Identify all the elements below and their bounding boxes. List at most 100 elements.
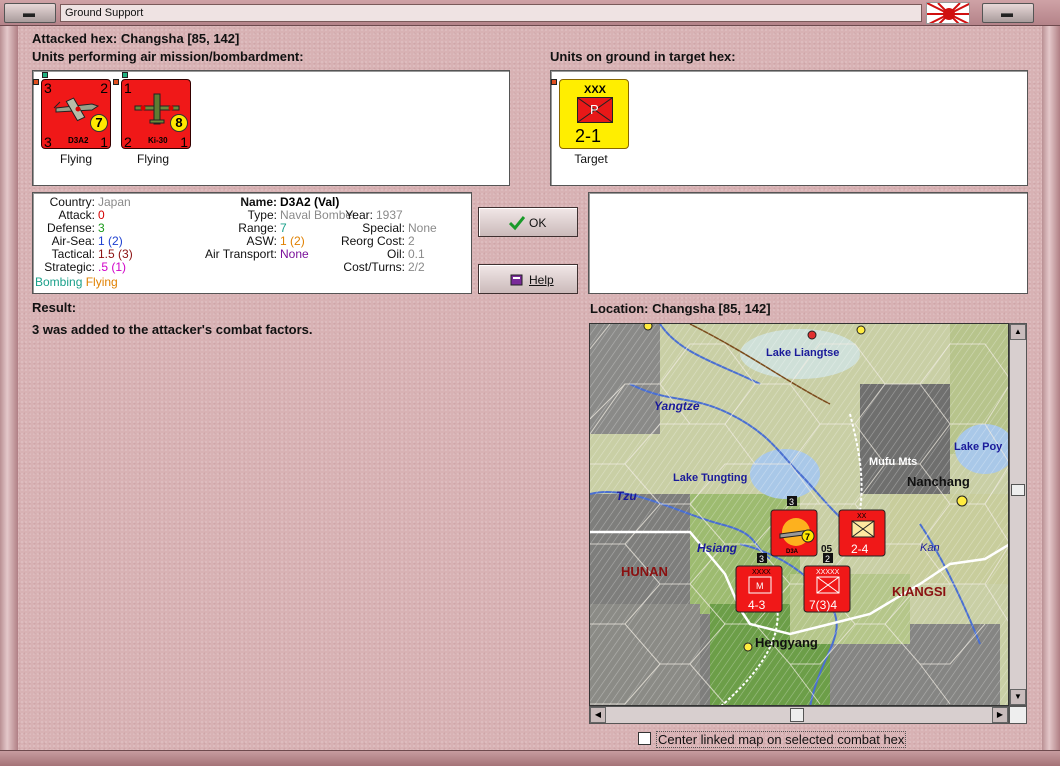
map-label-mufu-mts: Mufu Mts bbox=[869, 456, 917, 468]
map-counter-xxxx[interactable]: XXXX M 4-3 bbox=[735, 565, 783, 613]
scroll-up-arrow-icon[interactable]: ▲ bbox=[1010, 324, 1026, 340]
location-heading: Location: Changsha [85, 142] bbox=[590, 301, 771, 316]
unit-status-badge bbox=[113, 79, 119, 85]
attackers-panel: 3 2 3 1 7 D3A2 Flying 1 2 1 8 Ki-30 Flyi… bbox=[32, 70, 510, 186]
tactical-extra: (3) bbox=[118, 247, 133, 261]
map-label-lake-poy: Lake Poy bbox=[954, 441, 1003, 453]
map-counter-air-value: 7 bbox=[805, 532, 810, 542]
asw-value: 1 bbox=[280, 234, 287, 248]
attack-key: Attack: bbox=[58, 208, 95, 222]
type-key: Type: bbox=[247, 208, 277, 222]
mission-flying: Flying bbox=[85, 275, 118, 289]
reorg-key: Reorg Cost: bbox=[340, 234, 405, 248]
map-counter-xxxxx[interactable]: XXXXX 7(3)4 bbox=[803, 565, 851, 613]
linked-map[interactable]: Lake Liangtse Yangtze Lake Poy Mufu Mts … bbox=[589, 323, 1009, 706]
unit-status-badge bbox=[551, 79, 557, 85]
center-linked-label[interactable]: Center linked map on selected combat hex bbox=[656, 731, 907, 748]
map-counter-xx[interactable]: XX 2-4 bbox=[838, 509, 886, 557]
map-counter-xxxx-type: M bbox=[756, 581, 764, 591]
airsea-key: Air-Sea: bbox=[51, 234, 95, 248]
system-menu-button[interactable]: ▬ bbox=[4, 3, 56, 23]
unit-status-label: Flying bbox=[59, 152, 92, 166]
asw-key: ASW: bbox=[246, 234, 277, 248]
counter-plane-name: Ki-30 bbox=[148, 136, 168, 145]
vertical-scroll-thumb[interactable] bbox=[1011, 484, 1025, 496]
map-stack-count-d: 05 bbox=[821, 544, 833, 555]
counter-top-right: 2 bbox=[100, 80, 108, 96]
map-stack-count-b: 3 bbox=[759, 554, 764, 564]
airsea-value: 1 bbox=[98, 234, 105, 248]
ground-unit-counter-target[interactable]: XXX P 2-1 bbox=[559, 79, 629, 149]
map-label-nanchang: Nanchang bbox=[907, 474, 970, 489]
map-label-yangtze: Yangtze bbox=[654, 399, 700, 413]
help-button-label: Help bbox=[529, 273, 554, 287]
unit-type-letter: P bbox=[590, 102, 599, 117]
year-value: 1937 bbox=[376, 208, 403, 222]
result-heading: Result: bbox=[32, 300, 77, 315]
window-frame-bottom bbox=[0, 750, 1060, 766]
map-stack-count-c: 2 bbox=[825, 554, 830, 564]
map-counter-xxxx-strength: 4-3 bbox=[748, 598, 766, 612]
counter-range-circle: 7 bbox=[90, 114, 108, 132]
scroll-down-arrow-icon[interactable]: ▼ bbox=[1010, 689, 1026, 705]
defense-value: 3 bbox=[98, 221, 105, 235]
map-counter-xxxxx-strength: 7(3)4 bbox=[809, 598, 837, 612]
close-button[interactable]: ▬ bbox=[982, 3, 1034, 23]
special-value: None bbox=[408, 221, 437, 235]
map-label-hunan: HUNAN bbox=[621, 564, 668, 579]
map-horizontal-scrollbar[interactable]: ◀ ▶ bbox=[589, 706, 1009, 724]
unit-info-panel: Country: Japan Attack: 0 Defense: 3 Air-Sea… bbox=[32, 192, 472, 294]
unit-status-badge bbox=[33, 79, 39, 85]
map-counter-xxxxx-size: XXXXX bbox=[816, 569, 840, 576]
attacked-hex-heading: Attacked hex: Changsha [85, 142] bbox=[32, 31, 240, 46]
special-key: Special: bbox=[362, 221, 405, 235]
costturns-key: Cost/Turns: bbox=[343, 260, 405, 274]
defenders-panel: XXX P 2-1 Target bbox=[550, 70, 1028, 186]
costturns-value: 2/2 bbox=[408, 260, 425, 274]
window-title: Ground Support bbox=[60, 4, 922, 22]
map-vertical-scrollbar[interactable]: ▲ ▼ bbox=[1009, 323, 1027, 706]
help-button[interactable]: Help bbox=[478, 264, 578, 294]
strategic-key: Strategic: bbox=[44, 260, 95, 274]
map-label-hengyang: Hengyang bbox=[755, 635, 818, 650]
map-label-hsiang: Hsiang bbox=[697, 541, 738, 555]
map-label-lake-liangtse: Lake Liangtse bbox=[766, 347, 839, 359]
airsea-extra: (2) bbox=[108, 234, 123, 248]
counter-bottom-left: 2 bbox=[124, 134, 132, 150]
mission-bombing: Bombing bbox=[35, 275, 83, 289]
japan-flag-icon bbox=[926, 2, 970, 24]
map-counter-air-sub: D3A bbox=[786, 549, 799, 555]
map-stack-count-a: 3 bbox=[789, 497, 794, 507]
close-glyph: ▬ bbox=[1001, 6, 1013, 20]
name-key: Name: bbox=[240, 195, 277, 209]
checkmark-icon bbox=[508, 215, 526, 231]
center-linked-checkbox[interactable] bbox=[638, 732, 651, 745]
ok-button[interactable]: OK bbox=[478, 207, 578, 237]
asw-extra: (2) bbox=[290, 234, 305, 248]
map-label-kan: Kan bbox=[920, 542, 940, 554]
year-key: Year: bbox=[345, 208, 373, 222]
counter-bottom-right: 1 bbox=[180, 134, 188, 150]
name-value: D3A2 (Val) bbox=[280, 195, 340, 209]
map-label-lake-tungting: Lake Tungting bbox=[673, 472, 747, 484]
attackers-heading: Units performing air mission/bombardment… bbox=[32, 49, 304, 64]
result-text: 3 was added to the attacker's combat fac… bbox=[32, 322, 313, 337]
air-unit-counter-ki30[interactable]: 1 2 1 8 Ki-30 bbox=[121, 79, 191, 150]
unit-status-badge bbox=[42, 72, 48, 78]
infantry-symbol-icon: P bbox=[577, 97, 613, 123]
horizontal-scroll-thumb[interactable] bbox=[790, 708, 804, 722]
scroll-right-arrow-icon[interactable]: ▶ bbox=[992, 707, 1008, 723]
scroll-left-arrow-icon[interactable]: ◀ bbox=[590, 707, 606, 723]
counter-strength: 2-1 bbox=[575, 126, 602, 146]
defenders-heading: Units on ground in target hex: bbox=[550, 49, 736, 64]
air-unit-counter-d3a2[interactable]: 3 2 3 1 7 D3A2 bbox=[41, 79, 111, 150]
unit-status-label: Flying bbox=[136, 152, 169, 166]
map-counter-xx-strength: 2-4 bbox=[851, 542, 869, 556]
defense-key: Defense: bbox=[46, 221, 95, 235]
ground-support-window: { "window": { "title": "Ground Support",… bbox=[0, 0, 1060, 766]
attack-value: 0 bbox=[98, 208, 105, 222]
map-counter-air-unit[interactable]: 7 D3A bbox=[770, 509, 818, 557]
unit-status-badge bbox=[122, 72, 128, 78]
strategic-value: .5 bbox=[98, 260, 109, 274]
airtrans-key: Air Transport: bbox=[204, 247, 277, 261]
